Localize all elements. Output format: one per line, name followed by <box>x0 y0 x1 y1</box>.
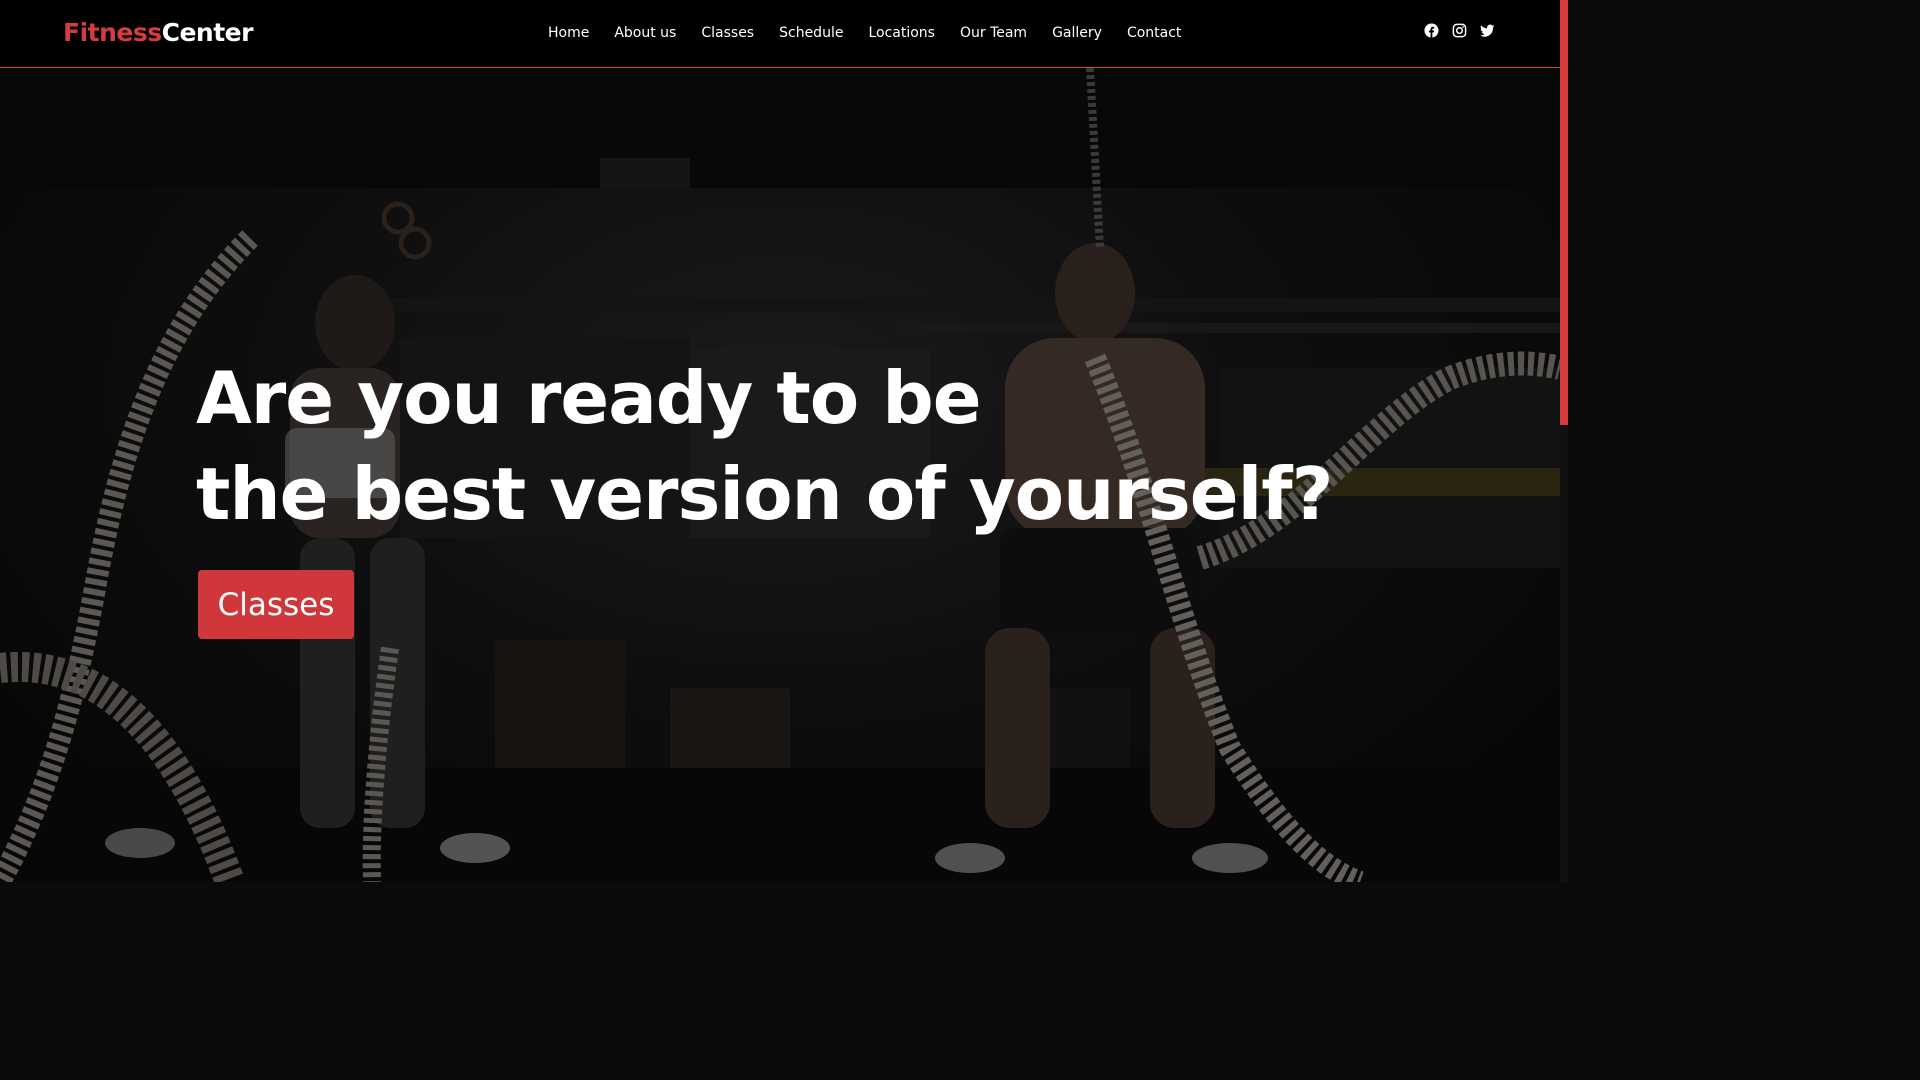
site-header: FitnessCenter Home About us Classes Sche… <box>0 0 1560 68</box>
scrollbar-thumb[interactable] <box>1560 0 1568 425</box>
nav-our-team[interactable]: Our Team <box>960 22 1027 44</box>
nav-schedule[interactable]: Schedule <box>779 22 843 44</box>
brand-logo-part2: Center <box>161 18 254 47</box>
classes-cta-button[interactable]: Classes <box>198 570 354 639</box>
nav-classes[interactable]: Classes <box>701 22 754 44</box>
hero-headline-line2: the best version of yourself? <box>196 452 1333 536</box>
nav-home[interactable]: Home <box>548 22 589 44</box>
instagram-icon[interactable] <box>1452 23 1467 38</box>
twitter-icon[interactable] <box>1480 23 1495 38</box>
nav-locations[interactable]: Locations <box>868 22 935 44</box>
facebook-icon[interactable] <box>1424 23 1439 38</box>
main-nav: Home About us Classes Schedule Locations… <box>548 22 1206 44</box>
page-scrollbar[interactable] <box>1560 0 1568 882</box>
hero-headline: Are you ready to be the best version of … <box>196 350 1333 542</box>
page: FitnessCenter Home About us Classes Sche… <box>0 0 1568 882</box>
nav-about-us[interactable]: About us <box>614 22 676 44</box>
social-links <box>1424 23 1495 38</box>
hero-headline-line1: Are you ready to be <box>196 356 982 440</box>
brand-logo[interactable]: FitnessCenter <box>63 17 253 49</box>
brand-logo-part1: Fitness <box>63 18 162 47</box>
nav-contact[interactable]: Contact <box>1127 22 1181 44</box>
hero-section: Are you ready to be the best version of … <box>0 68 1560 882</box>
nav-gallery[interactable]: Gallery <box>1052 22 1102 44</box>
